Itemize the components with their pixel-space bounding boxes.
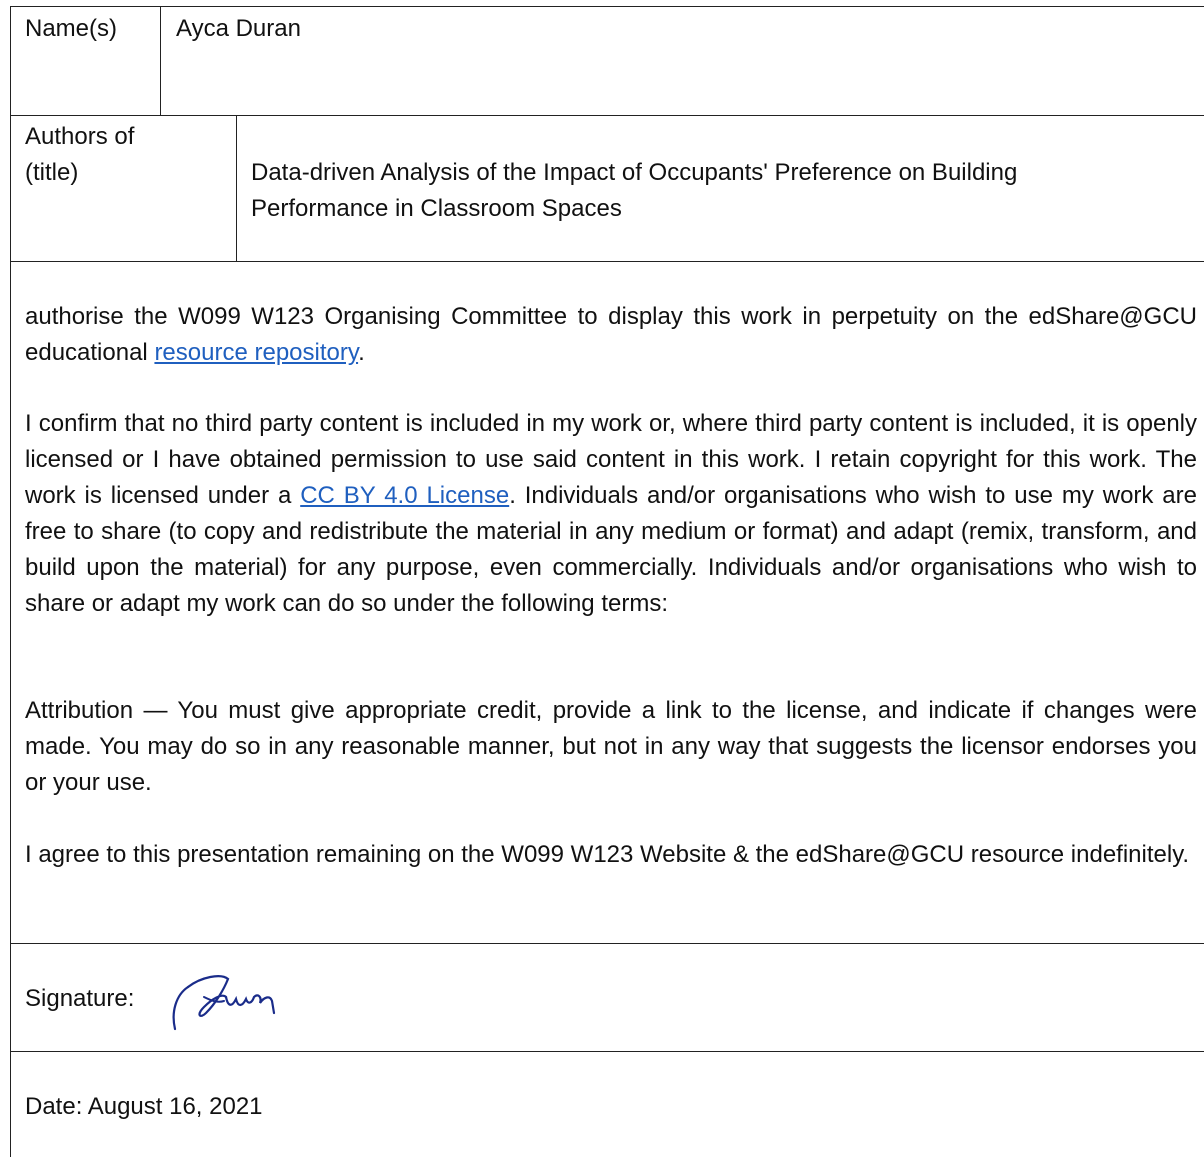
agreement-paragraph: I agree to this presentation remaining o… xyxy=(25,841,1190,868)
attribution-paragraph: Attribution — You must give appropriate … xyxy=(25,697,1197,796)
copyright-paragraph: I confirm that no third party content is… xyxy=(25,410,1197,617)
cc-by-license-link[interactable]: CC BY 4.0 License xyxy=(300,482,509,509)
row-divider xyxy=(11,115,1204,116)
paper-title-line1: Data-driven Analysis of the Impact of Oc… xyxy=(251,159,1018,186)
names-label: Name(s) xyxy=(25,15,118,42)
authors-label-line2: (title) xyxy=(25,159,79,186)
names-value: Ayca Duran xyxy=(176,15,301,42)
row-divider xyxy=(11,261,1204,262)
row-divider xyxy=(11,943,1204,944)
date-text: Date: August 16, 2021 xyxy=(25,1093,263,1120)
signature-label: Signature: xyxy=(25,985,135,1012)
authors-label-line1: Authors of xyxy=(25,123,135,150)
row-divider xyxy=(11,1051,1204,1052)
resource-repository-link[interactable]: resource repository xyxy=(154,339,358,366)
consent-form: Name(s) Ayca Duran Authors of (title) Da… xyxy=(10,6,1204,1157)
column-divider xyxy=(160,7,161,115)
column-divider xyxy=(236,115,237,261)
handwritten-signature xyxy=(172,975,276,1031)
authorisation-paragraph: authorise the W099 W123 Organising Commi… xyxy=(25,303,1197,366)
paper-title-line2: Performance in Classroom Spaces xyxy=(251,195,622,222)
